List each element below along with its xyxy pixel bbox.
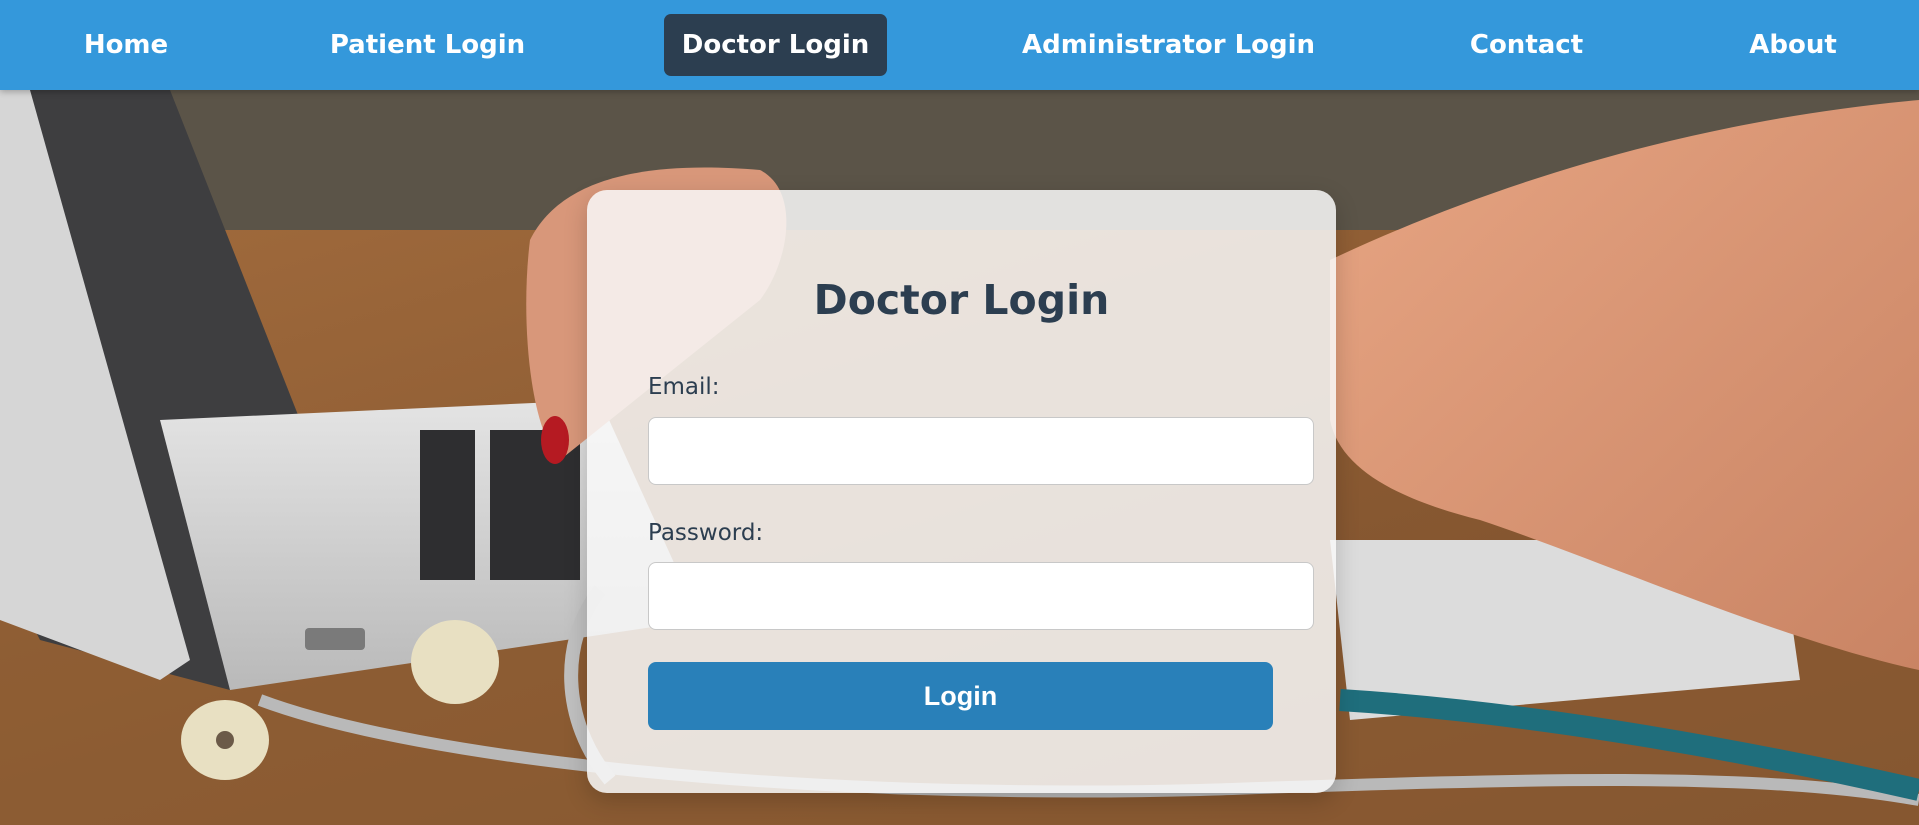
nav-doctor-login-link[interactable]: Doctor Login: [664, 14, 887, 76]
nav-administrator-login-link[interactable]: Administrator Login: [1022, 14, 1315, 76]
password-field[interactable]: [648, 562, 1314, 630]
top-navbar: Home Patient Login Doctor Login Administ…: [0, 0, 1919, 90]
password-label: Password:: [648, 520, 764, 546]
email-label: Email:: [648, 374, 720, 400]
nav-about-link[interactable]: About: [1740, 14, 1846, 76]
nav-contact-link[interactable]: Contact: [1465, 14, 1588, 76]
email-field[interactable]: [648, 417, 1314, 485]
nav-patient-login-link[interactable]: Patient Login: [330, 14, 525, 76]
nav-home-link[interactable]: Home: [76, 14, 176, 76]
login-button[interactable]: Login: [648, 662, 1273, 730]
login-card: Doctor Login Email: Password: Login: [587, 190, 1336, 793]
login-title: Doctor Login: [813, 276, 1110, 324]
